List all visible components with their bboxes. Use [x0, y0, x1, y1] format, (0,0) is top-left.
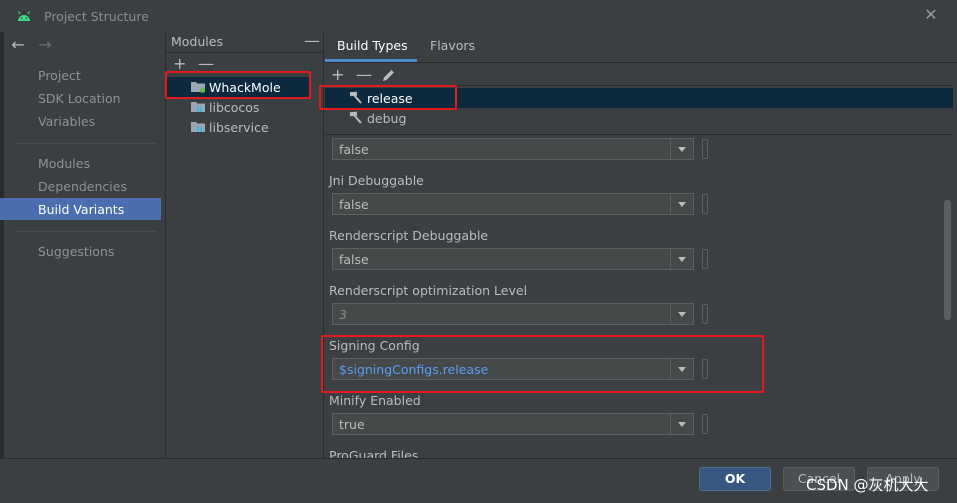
build-type-debug[interactable]: debug — [367, 111, 406, 126]
sidebar-item-dependencies[interactable]: Dependencies — [38, 179, 127, 194]
jni-debuggable-value: false — [339, 197, 369, 212]
renderscript-optimization-extra[interactable] — [702, 304, 708, 324]
field-label-renderscript-optimization: Renderscript optimization Level — [329, 283, 528, 298]
renderscript-optimization-value: 3 — [339, 307, 347, 322]
chevron-down-icon[interactable] — [670, 304, 693, 324]
highlight-box-release — [319, 85, 457, 110]
module-item-libservice[interactable]: libservice — [209, 120, 269, 135]
collapse-icon[interactable]: — — [304, 33, 320, 49]
minify-enabled-value: true — [339, 417, 365, 432]
vertical-scrollbar[interactable] — [944, 200, 951, 320]
sidebar-divider — [16, 231, 156, 232]
renderscript-debuggable-combo[interactable]: false — [332, 248, 694, 270]
back-arrow-icon[interactable]: ← — [9, 36, 27, 54]
window-title: Project Structure — [44, 9, 149, 24]
tab-build-types[interactable]: Build Types — [337, 38, 408, 53]
chevron-down-icon[interactable] — [670, 194, 693, 214]
jni-debuggable-combo[interactable]: false — [332, 193, 694, 215]
sidebar-item-build-variants[interactable]: Build Variants — [38, 202, 124, 217]
sidebar-item-sdk-location[interactable]: SDK Location — [38, 91, 121, 106]
close-icon[interactable]: ✕ — [922, 6, 940, 24]
sidebar-item-variables[interactable]: Variables — [38, 114, 95, 129]
sidebar-item-suggestions[interactable]: Suggestions — [38, 244, 114, 259]
sidebar-divider — [16, 143, 156, 144]
ok-button[interactable]: OK — [699, 467, 771, 491]
sidebar-item-project[interactable]: Project — [38, 68, 81, 83]
android-icon — [17, 11, 31, 21]
chevron-down-icon[interactable] — [670, 249, 693, 269]
field-label-renderscript-debuggable: Renderscript Debuggable — [329, 228, 489, 243]
chevron-down-icon[interactable] — [670, 139, 693, 159]
sidebar-item-modules[interactable]: Modules — [38, 156, 90, 171]
tab-flavors[interactable]: Flavors — [430, 38, 475, 53]
tab-separator — [325, 62, 957, 63]
field-extra-0[interactable] — [702, 139, 708, 159]
modules-header: Modules — [171, 34, 223, 49]
modules-header-divider — [166, 52, 323, 53]
highlight-box-signing-config — [321, 335, 764, 393]
add-build-type-icon[interactable]: + — [331, 67, 344, 83]
field-label-proguard-files: ProGuard Files — [329, 448, 419, 458]
field-label-minify-enabled: Minify Enabled — [329, 393, 421, 408]
renderscript-debuggable-extra[interactable] — [702, 249, 708, 269]
library-module-folder-icon — [191, 102, 205, 112]
module-item-libcocos[interactable]: libcocos — [209, 100, 259, 115]
jni-debuggable-extra[interactable] — [702, 194, 708, 214]
remove-build-type-icon[interactable]: — — [356, 67, 372, 83]
minify-enabled-combo[interactable]: true — [332, 413, 694, 435]
library-module-folder-icon — [191, 122, 205, 132]
chevron-down-icon[interactable] — [670, 414, 693, 434]
remove-module-icon[interactable]: — — [198, 56, 214, 72]
list-form-divider — [325, 134, 953, 135]
minify-enabled-extra[interactable] — [702, 414, 708, 434]
forward-arrow-icon[interactable]: → — [36, 36, 54, 54]
pencil-icon[interactable] — [381, 68, 396, 83]
renderscript-debuggable-value: false — [339, 252, 369, 267]
renderscript-optimization-combo[interactable]: 3 — [332, 303, 694, 325]
field-combo-0[interactable]: false — [332, 138, 694, 160]
watermark-text: CSDN @灰机大大 — [806, 476, 929, 494]
field-value-0: false — [339, 142, 369, 157]
field-label-jni-debuggable: Jni Debuggable — [329, 173, 424, 188]
hammer-icon — [349, 111, 362, 124]
add-module-icon[interactable]: + — [173, 56, 186, 72]
highlight-box-module — [165, 71, 311, 99]
